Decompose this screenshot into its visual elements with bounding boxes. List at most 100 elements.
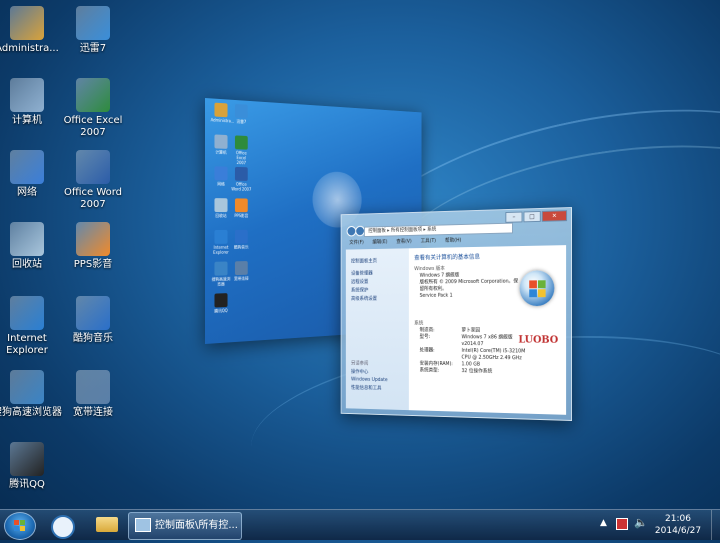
desktop-icon[interactable]: 酷狗音乐 <box>58 296 128 345</box>
system-tray: ▲ 🔈 21:06 2014/6/27 <box>600 510 720 540</box>
mini-app-icon <box>214 103 227 118</box>
mini-icon-label: Office Word 2007 <box>231 182 251 192</box>
start-button[interactable] <box>4 512 36 540</box>
mini-desktop-icon: 迅雷7 <box>231 104 251 131</box>
menu-view[interactable]: 查看(V) <box>396 238 411 247</box>
link-system-protection[interactable]: 系统保护 <box>346 285 409 294</box>
mini-app-icon <box>235 198 248 212</box>
desktop-icon[interactable]: PPS影音 <box>58 222 128 271</box>
desktop-icon-label: 网络 <box>0 187 62 199</box>
taskbar: 控制面板\所有控... ▲ 🔈 21:06 2014/6/27 <box>0 509 720 540</box>
mini-icon-label: 宽带连接 <box>231 276 251 282</box>
mini-icon-label: 腾讯QQ <box>211 308 232 314</box>
page-heading: 查看有关计算机的基本信息 <box>414 250 566 261</box>
volume-icon[interactable]: 🔈 <box>634 516 648 529</box>
system-info-value: 32 位操作系统 <box>461 368 527 376</box>
mini-app-icon <box>214 293 227 307</box>
explorer-taskbar-button[interactable] <box>88 512 126 538</box>
mini-icon-label: 迅雷7 <box>231 118 251 124</box>
desktop-icon[interactable]: 腾讯QQ <box>0 442 62 491</box>
desktop-icon[interactable]: 计算机 <box>0 78 62 127</box>
sogou-browser-taskbar-button[interactable] <box>44 512 82 538</box>
mini-app-icon <box>214 166 227 180</box>
desktop-icon[interactable]: Office Excel 2007 <box>58 78 128 139</box>
windows-logo-icon <box>520 270 555 306</box>
mini-app-icon <box>235 167 248 181</box>
address-bar[interactable]: 控制面板 ▸ 所有控制面板项 ▸ 系统 <box>364 223 513 237</box>
desktop-icon[interactable]: Internet Explorer <box>0 296 62 357</box>
mini-app-icon <box>214 134 227 148</box>
app-icon <box>10 296 44 330</box>
link-advanced-settings[interactable]: 高级系统设置 <box>346 294 409 303</box>
desktop-icon-label: PPS影音 <box>58 259 128 271</box>
app-icon <box>76 370 110 404</box>
maximize-button[interactable]: □ <box>523 211 540 222</box>
menu-tools[interactable]: 工具(T) <box>421 237 436 246</box>
mini-icon-label: 回收站 <box>211 213 232 218</box>
app-icon <box>10 370 44 404</box>
desktop-icon[interactable]: Office Word 2007 <box>58 150 128 211</box>
mini-desktop-icon: Administra... <box>211 102 232 129</box>
menu-file[interactable]: 文件(F) <box>349 239 363 248</box>
system-info-pane: 查看有关计算机的基本信息 Windows 版本 Windows 7 旗舰版 版权… <box>414 245 566 415</box>
mini-desktop-icon: 回收站 <box>211 198 232 224</box>
mini-desktop-icon: 宽带连接 <box>231 261 251 287</box>
desktop-icon-label: 计算机 <box>0 115 62 127</box>
link-performance[interactable]: 性能信息和工具 <box>346 383 409 393</box>
mini-desktop-icon: Office Word 2007 <box>231 167 251 193</box>
clock[interactable]: 21:06 2014/6/27 <box>648 513 708 537</box>
desktop-icon[interactable]: 迅雷7 <box>58 6 128 55</box>
mini-icon-label: 酷狗音乐 <box>231 244 251 249</box>
tray-expand-icon[interactable]: ▲ <box>600 518 607 528</box>
folder-icon <box>96 517 118 532</box>
mini-icon-label: Administra... <box>211 117 232 123</box>
system-panel: 控制面板主页 设备管理器 远程设置 系统保护 高级系统设置 另请参阅 操作中心 … <box>346 245 566 415</box>
mini-icon-label: Internet Explorer <box>211 245 232 255</box>
app-icon <box>10 6 44 40</box>
clock-date: 2014/6/27 <box>648 525 708 537</box>
show-desktop-button[interactable] <box>711 510 720 540</box>
desktop-icon-label: 回收站 <box>0 259 62 271</box>
app-icon <box>76 222 110 256</box>
control-panel-taskbar-button[interactable]: 控制面板\所有控... <box>128 512 242 540</box>
mini-app-icon <box>235 230 248 244</box>
mini-app-icon <box>235 135 248 149</box>
app-icon <box>76 296 110 330</box>
desktop-icon[interactable]: Administra... <box>0 6 62 55</box>
minimize-button[interactable]: – <box>505 212 522 223</box>
mini-desktop-icon: PPS影音 <box>231 198 251 224</box>
mini-app-icon <box>214 230 227 244</box>
control-panel-icon <box>135 518 151 532</box>
mini-icon-label: PPS影音 <box>231 213 251 218</box>
menu-edit[interactable]: 编辑(E) <box>372 238 387 247</box>
left-task-pane: 控制面板主页 设备管理器 远程设置 系统保护 高级系统设置 另请参阅 操作中心 … <box>346 248 409 410</box>
system-info-key: 系统类型: <box>414 367 461 375</box>
mini-desktop-icon: Office Excel 2007 <box>231 135 251 161</box>
edition-line: 版权所有 © 2009 Microsoft Corporation。保留所有权利… <box>414 279 521 293</box>
control-panel-system-window[interactable]: – □ ✕ 控制面板 ▸ 所有控制面板项 ▸ 系统 文件(F) 编辑(E) 查看… <box>341 207 572 421</box>
desktop-icon-label: 宽带连接 <box>58 407 128 419</box>
app-icon <box>76 150 110 184</box>
window-controls: – □ ✕ <box>505 210 567 223</box>
windows-flag-icon <box>5 513 35 539</box>
link-control-panel-home[interactable]: 控制面板主页 <box>346 256 409 266</box>
desktop-icon[interactable]: 宽带连接 <box>58 370 128 419</box>
mini-app-icon <box>235 261 248 275</box>
mini-desktop-icon: Internet Explorer <box>211 230 232 256</box>
system-info-key: 型号: <box>414 334 461 348</box>
mini-desktop-icon: 计算机 <box>211 134 232 161</box>
desktop-icon[interactable]: 回收站 <box>0 222 62 271</box>
desktop-icon[interactable]: 网络 <box>0 150 62 199</box>
sogou-icon <box>51 515 75 539</box>
close-button[interactable]: ✕ <box>542 210 567 222</box>
desktop-icon[interactable]: 搜狗高速浏览器 <box>0 370 62 419</box>
mini-desktop-icon: 腾讯QQ <box>211 293 232 320</box>
system-info-value: Windows 7 x86 旗舰版 v2014.07 <box>461 334 527 348</box>
desktop-icon-label: 迅雷7 <box>58 43 128 55</box>
menu-help[interactable]: 帮助(H) <box>445 237 461 246</box>
desktop-icon-label: Internet Explorer <box>0 333 62 357</box>
app-icon <box>10 442 44 476</box>
mini-app-icon <box>214 198 227 212</box>
network-icon[interactable] <box>616 518 628 530</box>
system-info-value: Intel(R) Core(TM) i5-3210M CPU @ 2.50GHz… <box>461 348 527 362</box>
